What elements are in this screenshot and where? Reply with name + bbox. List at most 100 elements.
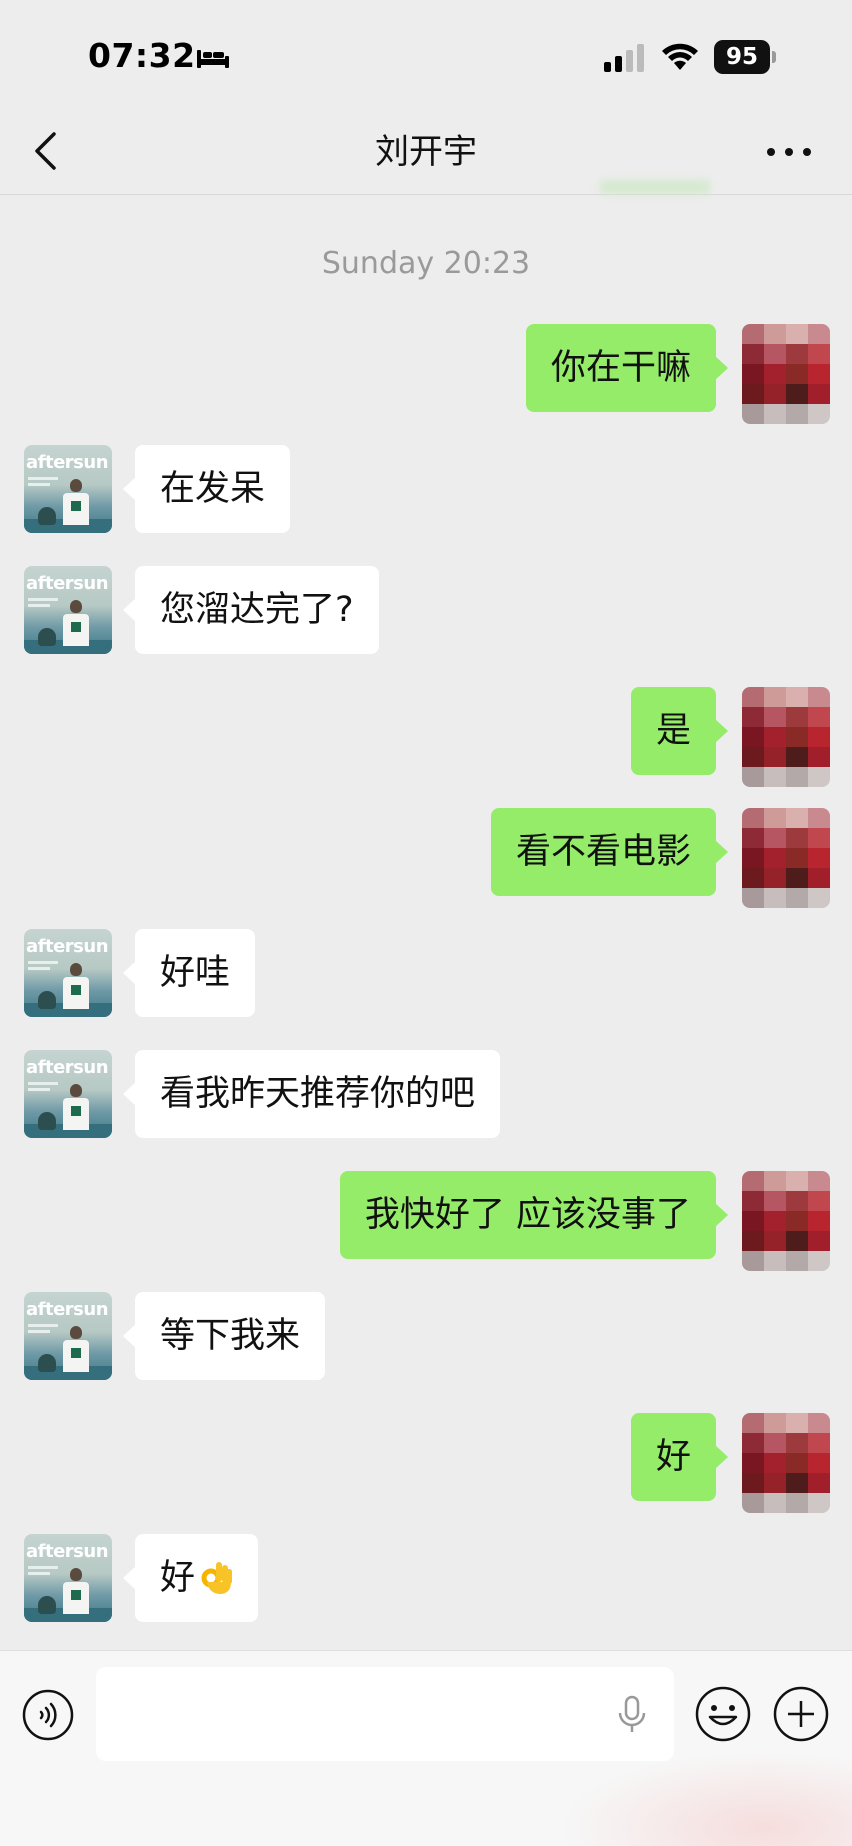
message-timestamp: Sunday 20:23	[321, 246, 531, 281]
avatar-poster-as-small2	[28, 483, 50, 486]
battery-icon: 95	[714, 40, 770, 74]
avatar-poster-title: aftersun	[26, 573, 109, 594]
message-input[interactable]	[96, 1667, 674, 1761]
avatar-poster-person-head	[70, 600, 82, 613]
message-row: aftersun 好哇	[0, 929, 852, 1017]
contact-avatar[interactable]: aftersun	[24, 1292, 112, 1380]
avatar-mosaic	[742, 1171, 830, 1271]
avatar-poster-person-logo	[71, 1106, 81, 1116]
message-bubble[interactable]: 你在干嘛	[525, 324, 729, 412]
avatar-poster-child	[38, 507, 56, 525]
my-avatar[interactable]	[742, 687, 830, 787]
contact-avatar[interactable]: aftersun	[24, 1050, 112, 1138]
nav-glow	[600, 180, 710, 194]
avatar-poster-title: aftersun	[26, 452, 109, 473]
contact-avatar-image: aftersun	[24, 445, 112, 533]
message-bubble[interactable]: 等下我来	[122, 1292, 326, 1380]
nav-bar: 刘开宇	[0, 110, 852, 195]
message-bubble[interactable]: 看不看电影	[490, 808, 729, 896]
avatar-poster-person-logo	[71, 985, 81, 995]
message-row: aftersun 看我昨天推荐你的吧	[0, 1050, 852, 1138]
my-avatar[interactable]	[742, 808, 830, 908]
microphone-icon[interactable]	[616, 1695, 648, 1735]
bed-icon	[197, 50, 229, 68]
avatar-poster-person-logo	[71, 501, 81, 511]
avatar-poster-person-head	[70, 479, 82, 492]
message-row: aftersun 在发呆	[0, 445, 852, 533]
message-row: aftersun 等下我来	[0, 1292, 852, 1380]
emoji-icon[interactable]	[694, 1685, 752, 1743]
avatar-poster-person-head	[70, 1326, 82, 1339]
avatar-poster-as-small	[28, 477, 58, 480]
message-bubble[interactable]: 我快好了 应该没事了	[339, 1171, 729, 1259]
voice-icon[interactable]	[22, 1689, 74, 1741]
message-bubble[interactable]: 您溜达完了?	[123, 566, 379, 654]
avatar-poster-as-small2	[28, 1088, 50, 1091]
avatar-poster-as-small	[28, 598, 58, 601]
avatar-poster-child	[38, 1596, 56, 1614]
avatar-poster-person-head	[70, 963, 82, 976]
chat-title: 刘开宇	[375, 132, 477, 172]
plus-icon[interactable]	[772, 1685, 830, 1743]
battery-level: 95	[725, 44, 758, 70]
message-bubble[interactable]: 好	[122, 1534, 259, 1622]
more-dots-icon[interactable]	[764, 138, 814, 166]
contact-avatar[interactable]: aftersun	[24, 1534, 112, 1622]
avatar-poster-as-small2	[28, 604, 50, 607]
my-avatar[interactable]	[742, 1413, 830, 1513]
contact-avatar-image: aftersun	[24, 1292, 112, 1380]
message-row: 好	[0, 1413, 852, 1513]
status-bar: 07:32 95	[0, 0, 852, 110]
avatar-poster-as-small	[28, 1566, 58, 1569]
message-row: aftersun 您溜达完了?	[0, 566, 852, 654]
status-time: 07:32	[88, 36, 196, 75]
cellular-signal-icon	[604, 44, 644, 72]
contact-avatar-image: aftersun	[24, 929, 112, 1017]
message-bubble[interactable]: 好	[630, 1413, 729, 1501]
message-bubble[interactable]: 好哇	[122, 929, 256, 1017]
avatar-poster-title: aftersun	[26, 1541, 109, 1562]
message-row: 我快好了 应该没事了	[0, 1171, 852, 1271]
avatar-mosaic	[742, 687, 830, 787]
message-list[interactable]: Sunday 20:23 你在干嘛 aftersun 在发呆 aftersun …	[0, 195, 852, 1650]
avatar-poster-as-small2	[28, 1572, 50, 1575]
avatar-poster-person-logo	[71, 1348, 81, 1358]
message-row: 是	[0, 687, 852, 787]
avatar-poster-person-head	[70, 1568, 82, 1581]
avatar-poster-child	[38, 628, 56, 646]
contact-avatar[interactable]: aftersun	[24, 929, 112, 1017]
avatar-poster-person-head	[70, 1084, 82, 1097]
message-bubble[interactable]: 在发呆	[122, 445, 291, 533]
bottom-glow	[560, 1751, 852, 1846]
avatar-poster-child	[38, 991, 56, 1009]
avatar-poster-child	[38, 1112, 56, 1130]
avatar-poster-title: aftersun	[26, 1057, 109, 1078]
avatar-poster-as-small2	[28, 1330, 50, 1333]
chevron-left-icon[interactable]	[30, 128, 60, 174]
avatar-poster-child	[38, 1354, 56, 1372]
chat-screen: 07:32 95 刘开宇 Sunday 20:23 你在干嘛 aftersun …	[0, 0, 852, 1846]
wifi-icon	[662, 43, 698, 70]
avatar-poster-person-logo	[71, 622, 81, 632]
battery-nub	[772, 51, 776, 63]
avatar-poster-as-small2	[28, 967, 50, 970]
message-row: 看不看电影	[0, 808, 852, 908]
message-bubble[interactable]: 看我昨天推荐你的吧	[122, 1050, 501, 1138]
avatar-mosaic	[742, 1413, 830, 1513]
message-bubble[interactable]: 是	[630, 687, 729, 775]
message-row: 你在干嘛	[0, 324, 852, 424]
avatar-poster-person-logo	[71, 1590, 81, 1600]
contact-avatar-image: aftersun	[24, 1050, 112, 1138]
contact-avatar[interactable]: aftersun	[24, 566, 112, 654]
ok-hand-emoji-icon	[201, 1562, 233, 1594]
my-avatar[interactable]	[742, 1171, 830, 1271]
avatar-poster-as-small	[28, 1082, 58, 1085]
avatar-poster-as-small	[28, 961, 58, 964]
message-row: aftersun 好	[0, 1534, 852, 1622]
contact-avatar[interactable]: aftersun	[24, 445, 112, 533]
avatar-poster-as-small	[28, 1324, 58, 1327]
avatar-poster-title: aftersun	[26, 936, 109, 957]
contact-avatar-image: aftersun	[24, 566, 112, 654]
input-bar	[0, 1650, 852, 1846]
my-avatar[interactable]	[742, 324, 830, 424]
